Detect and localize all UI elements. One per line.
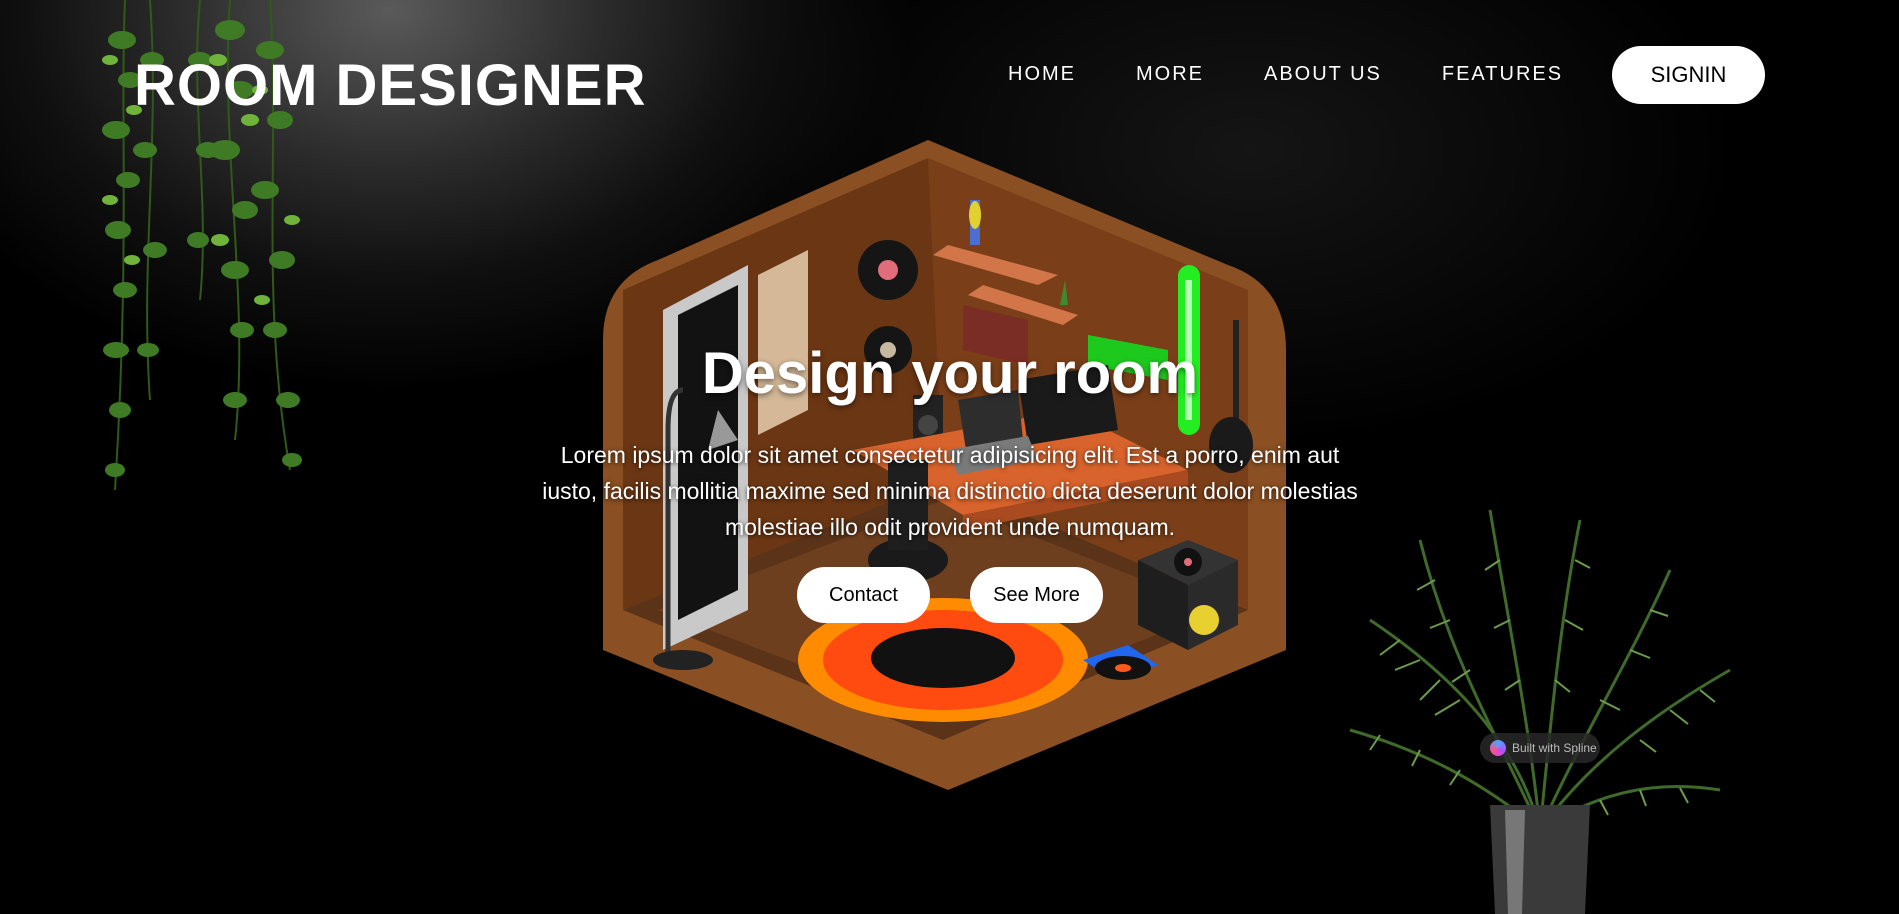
spline-logo-icon	[1490, 740, 1506, 756]
nav-link-home[interactable]: HOME	[1008, 63, 1076, 86]
hero-title: Design your room	[701, 341, 1199, 406]
hero-actions: Contact See More	[540, 567, 1360, 623]
site-logo[interactable]: ROOM DESIGNER	[134, 52, 647, 119]
spline-badge-label: Built with Spline	[1512, 741, 1597, 755]
see-more-button[interactable]: See More	[970, 567, 1103, 623]
nav-link-features[interactable]: FEATURES	[1442, 63, 1563, 86]
nav-link-about-us[interactable]: ABOUT US	[1264, 63, 1382, 86]
potted-plant-image	[1349, 509, 1731, 914]
hero-section: Design your room Lorem ipsum dolor sit a…	[540, 340, 1360, 623]
built-with-spline-badge[interactable]: Built with Spline	[1480, 733, 1600, 763]
nav-link-more[interactable]: MORE	[1136, 63, 1204, 86]
hero-description: Lorem ipsum dolor sit amet consectetur a…	[542, 442, 1358, 540]
main-navigation: HOME MORE ABOUT US FEATURES	[1008, 63, 1623, 86]
signin-button[interactable]: SIGNIN	[1612, 46, 1765, 104]
contact-button[interactable]: Contact	[797, 567, 930, 623]
site-header: ROOM DESIGNER HOME MORE ABOUT US FEATURE…	[0, 0, 1899, 180]
